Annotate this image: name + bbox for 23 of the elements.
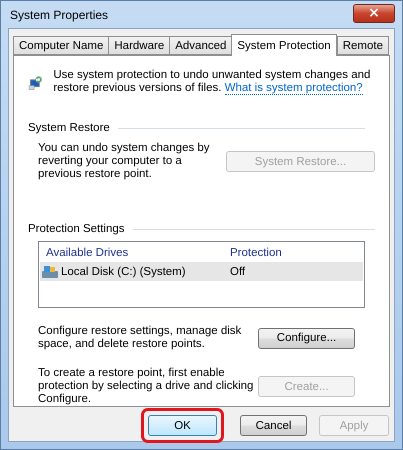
group-heading: Protection Settings xyxy=(28,223,125,235)
description-text: To create a restore point, first enable protection by selecting a drive and clicking Configure. xyxy=(38,367,254,406)
dialog-button[interactable]: OK xyxy=(148,415,217,436)
help-link[interactable]: What is system protection? xyxy=(224,82,363,95)
intro-text: Use system protection to undo unwanted system changes and restore previous versions of files. What is system protection? xyxy=(53,69,372,95)
table-cell: Local Disk (C:) (System) xyxy=(61,266,186,278)
tab[interactable]: Hardware xyxy=(108,36,170,55)
tab[interactable]: Advanced xyxy=(169,36,232,55)
tab[interactable]: Remote xyxy=(336,36,389,55)
tab[interactable]: Computer Name xyxy=(13,36,108,55)
table-cell: Off xyxy=(230,266,246,278)
dialog-button[interactable]: Cancel xyxy=(240,415,307,436)
column-header[interactable]: Available Drives xyxy=(40,246,230,258)
description-text: Configure restore settings, manage disk space, and delete restore points. xyxy=(38,325,242,351)
group-heading: System Restore xyxy=(28,122,110,134)
configure-button[interactable]: Configure... xyxy=(258,328,355,348)
column-header[interactable]: Protection xyxy=(230,246,363,258)
window-title: System Properties xyxy=(9,8,108,22)
close-button[interactable]: × xyxy=(353,4,395,23)
tab[interactable]: System Protection xyxy=(231,34,337,56)
description-text: You can undo system changes by reverting your computer to a previous restore point. xyxy=(38,142,211,181)
drive-icon xyxy=(42,264,58,278)
drive-row[interactable]: Local Disk (C:) (System) Off xyxy=(40,262,363,281)
